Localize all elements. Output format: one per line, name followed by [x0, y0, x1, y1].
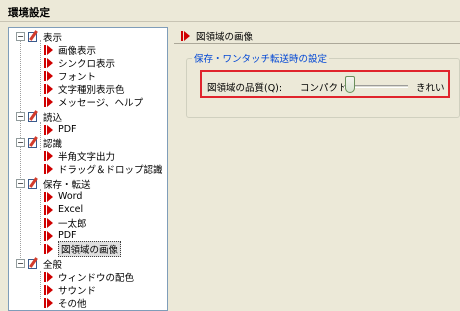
- tree-item-label: ウィンドウの配色: [58, 272, 135, 284]
- tree-item[interactable]: PDF: [44, 123, 77, 136]
- red-arrow-icon: [44, 44, 53, 55]
- tree-item-label: 半角文字出力: [58, 151, 116, 163]
- quality-label: 図領域の品質(Q):: [207, 83, 283, 94]
- red-arrow-icon: [44, 284, 53, 295]
- expander-general[interactable]: −: [16, 259, 25, 268]
- slider-min-label: コンパクト: [300, 83, 348, 94]
- quality-slider-thumb[interactable]: [345, 76, 355, 93]
- tree-connector: [20, 40, 21, 264]
- red-arrow-icon: [44, 217, 53, 228]
- expander-save[interactable]: −: [16, 179, 25, 188]
- tree-item[interactable]: サウンド: [44, 283, 97, 297]
- tree-group-label: 表示: [43, 32, 63, 44]
- settings-tree[interactable]: − 表示 画像表示 シンクロ表示 フォント 文字種別表示色 メッセージ、ヘルプ …: [8, 27, 168, 311]
- tree-item-label: 一太郎: [58, 218, 87, 230]
- tree-item-label: PDF: [58, 124, 77, 135]
- tree-item[interactable]: ドラッグ＆ドロップ認識: [44, 162, 163, 176]
- tree-item-label: フォント: [58, 71, 97, 83]
- settings-folder-icon: [27, 136, 40, 148]
- tree-item[interactable]: 文字種別表示色: [44, 82, 125, 96]
- tree-item-label: 図領域の画像: [58, 240, 122, 257]
- red-arrow-icon: [44, 150, 53, 161]
- tree-item-label: シンクロ表示: [58, 58, 116, 70]
- red-arrow-icon: [44, 204, 53, 215]
- tree-item-label: PDF: [58, 230, 77, 241]
- settings-folder-icon: [27, 30, 40, 42]
- tree-item-label: 画像表示: [58, 45, 97, 57]
- red-arrow-icon: [44, 271, 53, 282]
- red-arrow-icon: [44, 163, 53, 174]
- red-arrow-icon: [44, 124, 53, 135]
- red-arrow-icon: [44, 243, 53, 254]
- expander-import[interactable]: −: [16, 112, 25, 121]
- red-arrow-icon: [44, 230, 53, 241]
- red-arrow-icon: [44, 70, 53, 81]
- settings-folder-icon: [27, 110, 40, 122]
- tree-item[interactable]: シンクロ表示: [44, 56, 116, 70]
- panel-header: 図領域の画像: [174, 28, 460, 44]
- tree-item-label: サウンド: [58, 285, 97, 297]
- red-arrow-icon: [44, 297, 53, 308]
- tree-item[interactable]: 画像表示: [44, 43, 97, 57]
- tree-item-label: ドラッグ＆ドロップ認識: [58, 164, 163, 176]
- tree-item[interactable]: 半角文字出力: [44, 149, 116, 163]
- tree-item[interactable]: メッセージ、ヘルプ: [44, 95, 144, 109]
- tree-item[interactable]: フォント: [44, 69, 97, 83]
- tree-group-recognition[interactable]: 認識: [27, 136, 63, 150]
- expander-display[interactable]: −: [16, 32, 25, 41]
- red-arrow-icon: [44, 96, 53, 107]
- tree-group-import[interactable]: 読込: [27, 110, 63, 124]
- slider-max-label: きれい: [416, 83, 445, 94]
- tree-item[interactable]: Word: [44, 190, 83, 203]
- red-arrow-icon: [44, 83, 53, 94]
- red-arrow-icon: [44, 191, 53, 202]
- tree-item-label: その他: [58, 298, 87, 310]
- tree-item-label: Excel: [58, 204, 84, 215]
- expander-recognition[interactable]: −: [16, 138, 25, 147]
- window-title: 環境設定: [0, 0, 460, 22]
- settings-folder-icon: [27, 177, 40, 189]
- tree-item-label: 文字種別表示色: [58, 84, 125, 96]
- tree-connector: [40, 40, 41, 96]
- tree-item[interactable]: その他: [44, 296, 87, 310]
- tree-connector: [40, 189, 41, 245]
- tree-item-label: Word: [58, 191, 83, 202]
- tree-item[interactable]: ウィンドウの配色: [44, 270, 135, 284]
- tree-item-label: メッセージ、ヘルプ: [58, 97, 144, 109]
- tree-connector: [40, 271, 41, 299]
- group-title: 保存・ワンタッチ転送時の設定: [192, 51, 330, 65]
- settings-folder-icon: [27, 257, 40, 269]
- panel-title: 図領域の画像: [196, 31, 254, 43]
- tree-group-label: 認識: [43, 138, 63, 150]
- tree-item[interactable]: 一太郎: [44, 216, 87, 230]
- tree-group-save[interactable]: 保存・転送: [27, 177, 91, 191]
- red-arrow-icon: [44, 57, 53, 68]
- tree-group-label: 読込: [43, 112, 63, 124]
- tree-group-label: 全般: [43, 259, 63, 271]
- tree-group-label: 保存・転送: [43, 179, 91, 191]
- tree-item[interactable]: Excel: [44, 203, 84, 216]
- tree-group-general[interactable]: 全般: [27, 257, 63, 271]
- tree-item-selected[interactable]: 図領域の画像: [44, 240, 122, 257]
- tree-group-display[interactable]: 表示: [27, 30, 63, 44]
- red-arrow-icon: [181, 30, 190, 41]
